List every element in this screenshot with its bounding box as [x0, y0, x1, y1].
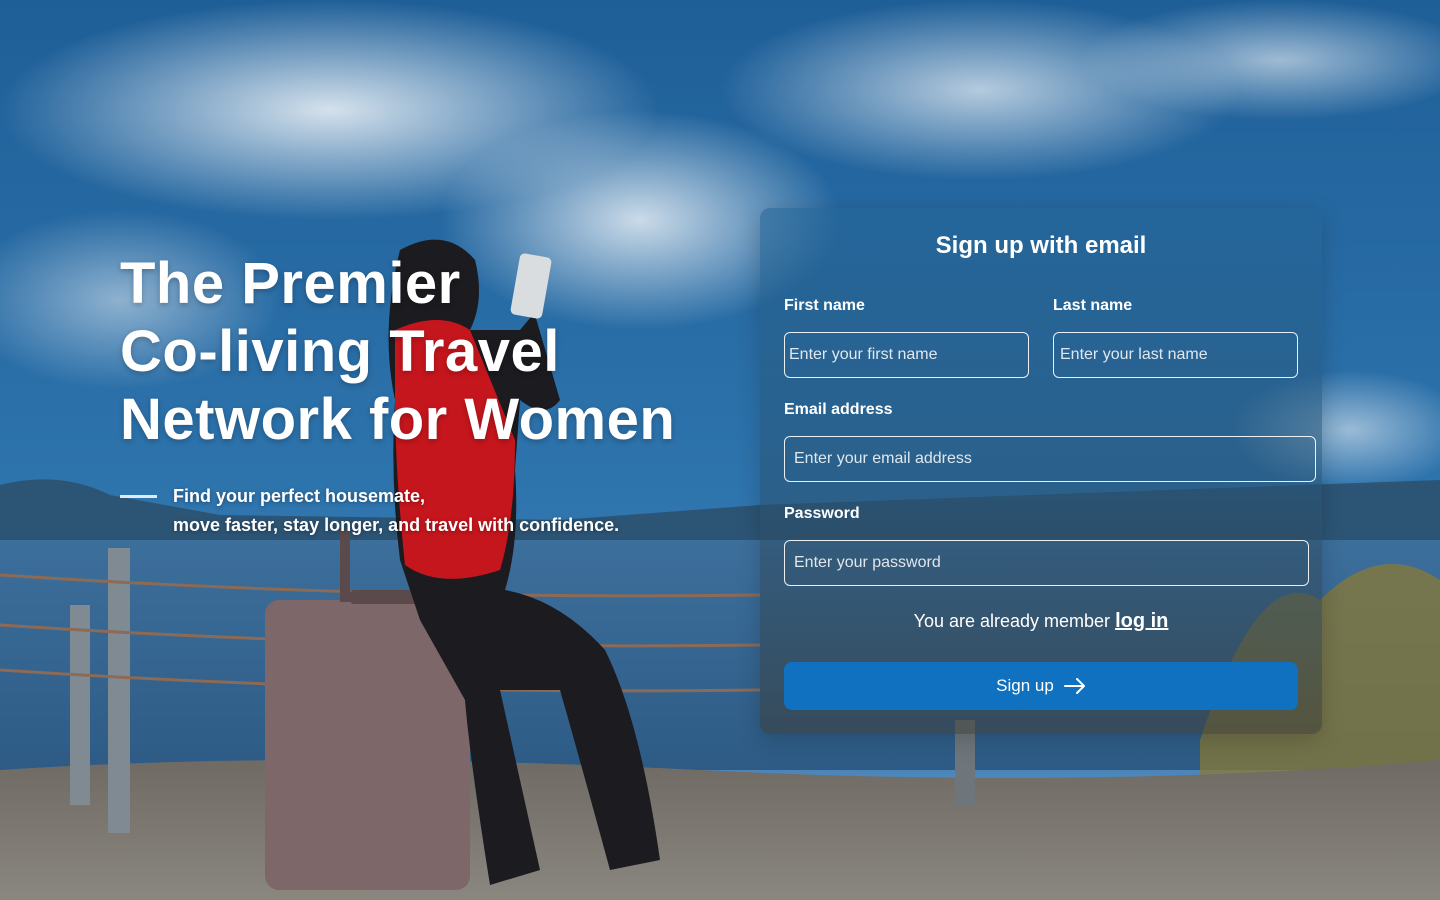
signup-button-label: Sign up	[996, 676, 1054, 695]
hero-subtitle-line-2: move faster, stay longer, and travel wit…	[173, 515, 620, 535]
hero-title: The Premier Co-living Travel Network for…	[120, 250, 760, 454]
hero-subtitle-line-1: Find your perfect housemate,	[173, 486, 426, 506]
signup-button[interactable]: Sign up	[784, 662, 1298, 710]
hero-dash-divider	[120, 495, 157, 498]
signup-page: The Premier Co-living Travel Network for…	[0, 0, 1440, 900]
signup-form-card: Sign up with email First name Last name …	[760, 208, 1322, 734]
hero-subtitle: Find your perfect housemate, move faster…	[120, 482, 619, 540]
first-name-input[interactable]	[784, 332, 1029, 378]
already-member-line: You are already member log in	[760, 610, 1322, 633]
arrow-right-icon	[1063, 678, 1086, 694]
email-label: Email address	[784, 401, 893, 418]
hero-subtitle-text: Find your perfect housemate, move faster…	[173, 482, 619, 540]
hero-title-line-3: Network for Women	[120, 387, 676, 452]
hero-title-line-2: Co-living Travel	[120, 319, 560, 384]
already-member-text: You are already member	[913, 611, 1111, 631]
email-input[interactable]	[784, 436, 1316, 482]
first-name-label: First name	[784, 297, 865, 314]
password-label: Password	[784, 505, 860, 522]
last-name-input[interactable]	[1053, 332, 1298, 378]
last-name-label: Last name	[1053, 297, 1133, 314]
login-link[interactable]: log in	[1115, 610, 1168, 632]
hero-title-line-1: The Premier	[120, 251, 461, 316]
password-input[interactable]	[784, 540, 1309, 586]
signup-title: Sign up with email	[935, 232, 1147, 259]
